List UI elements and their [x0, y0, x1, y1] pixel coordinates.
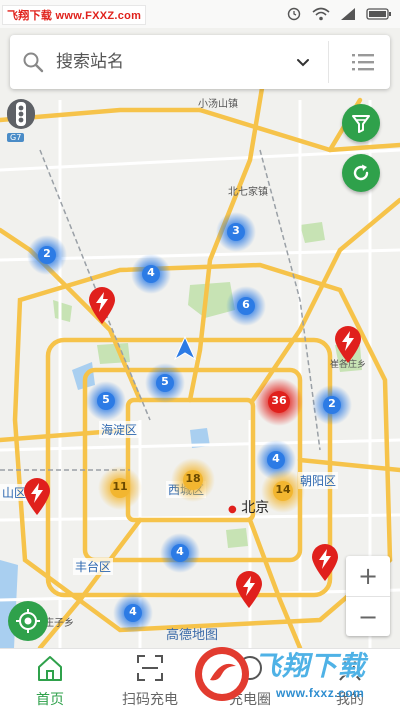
traffic-light-icon — [16, 102, 26, 126]
cluster-count: 4 — [272, 452, 280, 465]
watermark-label: 飞翔下载 www.FXXZ.com — [2, 5, 147, 25]
cluster-count: 2 — [43, 247, 51, 260]
cluster-count: 36 — [271, 394, 287, 407]
cluster-count: 4 — [129, 605, 137, 618]
cluster-count: 6 — [242, 298, 250, 311]
filter-button[interactable] — [342, 104, 380, 142]
cluster-count: 18 — [185, 472, 201, 485]
filter-icon — [352, 115, 370, 133]
map-district-label: 丰台区 — [73, 558, 114, 575]
tab-label: 首页 — [36, 692, 64, 708]
search-divider — [328, 41, 329, 83]
charging-station-pin[interactable] — [235, 571, 263, 609]
current-location-arrow-icon — [174, 336, 196, 360]
refresh-button[interactable] — [342, 154, 380, 192]
brand-url-text: www.fxxz.com — [276, 686, 365, 700]
search-icon — [23, 52, 44, 73]
app-screen: 小汤山镇 北七家镇 崔各庄乡 海淀区 西城区 ● 北京 朝阳区 丰台区 山区 花… — [0, 0, 400, 711]
home-icon — [38, 656, 62, 681]
charging-station-pin[interactable] — [88, 287, 116, 325]
crosshair-icon — [16, 609, 40, 633]
cluster-count: 5 — [161, 375, 169, 388]
brand-logo-icon — [195, 647, 249, 701]
map-district-label: 朝阳区 — [298, 472, 339, 489]
search-bar[interactable] — [10, 35, 390, 89]
highway-shield-label: G7 — [7, 133, 25, 142]
cluster-count: 11 — [112, 480, 128, 493]
charging-station-pin[interactable] — [334, 326, 362, 364]
scan-icon — [137, 655, 163, 681]
tab-scan-charge[interactable]: 扫码充电 — [100, 649, 200, 711]
refresh-icon — [353, 164, 369, 181]
traffic-toggle-button[interactable] — [7, 99, 35, 129]
cluster-count: 4 — [176, 545, 184, 558]
battery-icon — [366, 8, 391, 20]
charging-station-pin[interactable] — [311, 544, 339, 582]
map-place-label: 北七家镇 — [228, 187, 268, 198]
list-view-icon[interactable] — [350, 49, 376, 75]
tab-label: 扫码充电 — [122, 692, 178, 708]
cluster-count: 3 — [232, 224, 240, 237]
map-place-label: 小汤山镇 — [198, 99, 238, 110]
brand-name-text: 飞翔下载 — [254, 651, 366, 682]
wifi-icon — [312, 7, 330, 21]
charging-station-pin[interactable] — [23, 478, 51, 516]
cluster-count: 5 — [102, 393, 110, 406]
cluster-count: 14 — [275, 483, 291, 496]
map-city-label: ● 北京 — [228, 500, 270, 516]
map-district-label: 海淀区 — [99, 421, 140, 438]
zoom-out-button[interactable]: − — [346, 597, 390, 637]
alarm-icon — [287, 7, 301, 21]
station-search-input[interactable] — [56, 52, 286, 72]
zoom-control: + − — [346, 556, 390, 636]
locate-me-button[interactable] — [8, 601, 48, 641]
cluster-count: 4 — [147, 266, 155, 279]
tab-home[interactable]: 首页 — [0, 649, 100, 711]
brand-watermark: 飞翔下载 www.fxxz.com — [190, 638, 400, 711]
chevron-down-icon[interactable] — [294, 53, 312, 71]
cluster-count: 2 — [328, 397, 336, 410]
zoom-in-button[interactable]: + — [346, 556, 390, 596]
signal-icon — [341, 8, 355, 20]
